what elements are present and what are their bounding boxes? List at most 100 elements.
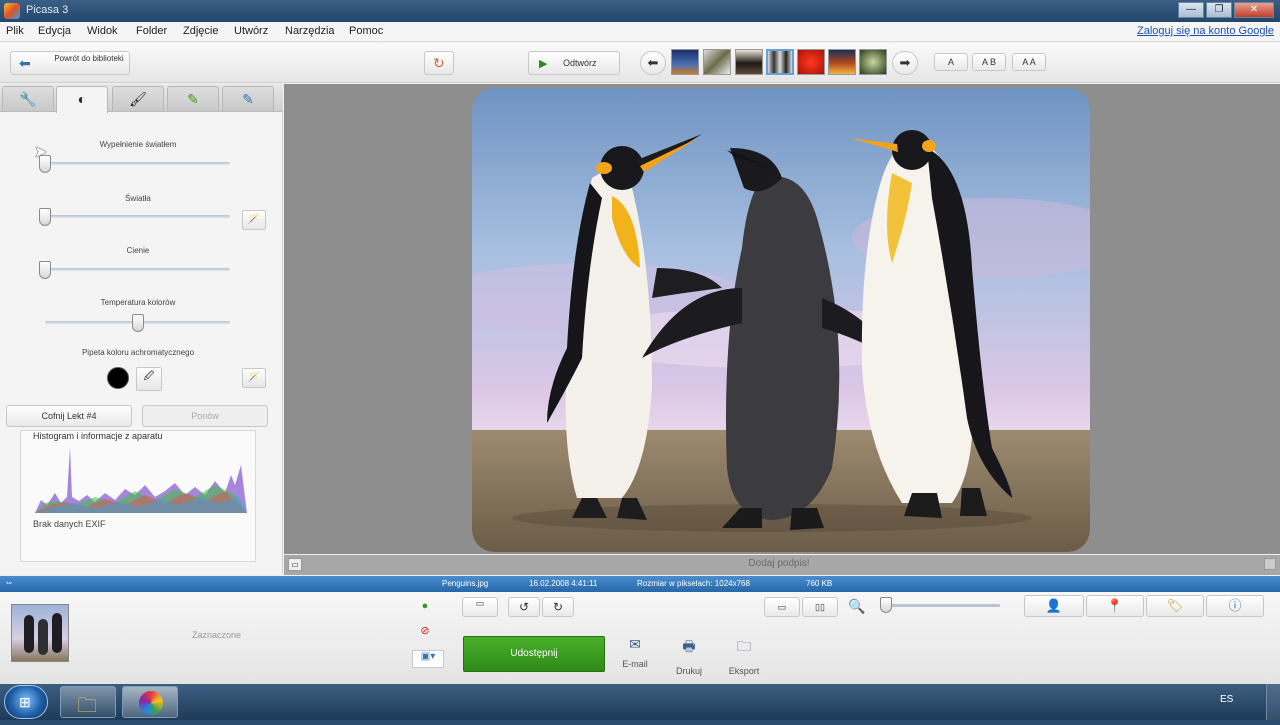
next-photo-button[interactable]: ➡ [892, 51, 918, 75]
view-mode-split-button[interactable]: ▯▯ [802, 597, 838, 617]
menu-folder[interactable]: Folder [136, 25, 167, 37]
taskbar-explorer[interactable]: 🗀 [60, 686, 116, 718]
status-filesize: 760 KB [806, 579, 833, 588]
export-action[interactable]: 🗀 Eksport [722, 636, 766, 676]
caption-button[interactable]: ▭ [462, 597, 498, 617]
hold-button[interactable]: ● [416, 600, 434, 616]
auto-color-button[interactable]: 🪄 [242, 368, 266, 388]
rotate-right-button[interactable]: ↻ [542, 597, 574, 617]
caption-input[interactable]: Dodaj podpis! [304, 558, 1254, 569]
status-dimensions: Rozmiar w pikselach: 1024x768 [637, 579, 750, 588]
menu-edit[interactable]: Edycja [38, 25, 71, 37]
rotate-button[interactable]: ↻ [424, 51, 454, 75]
places-button[interactable]: 📍 [1086, 595, 1144, 617]
tags-button[interactable]: 🏷 [1146, 595, 1204, 617]
filmstrip-thumb[interactable] [828, 49, 856, 75]
filmstrip-thumb-selected[interactable] [766, 49, 794, 75]
person-icon: 👤 [1045, 598, 1063, 613]
minimize-button[interactable]: — [1178, 2, 1204, 18]
highlights-label: Światła [125, 194, 151, 203]
caption-toggle-button[interactable]: ▭ [288, 558, 302, 571]
email-action[interactable]: ✉ E-mail [614, 636, 656, 676]
contrast-icon: ◐ [77, 91, 87, 107]
tab-tuning[interactable]: ◐ [56, 86, 108, 113]
tray-thumbnail[interactable] [11, 604, 69, 662]
menu-tools[interactable]: Narzędzia [285, 25, 335, 37]
back-arrow-icon: ⬅ [19, 55, 31, 71]
info-button[interactable]: ⓘ [1206, 595, 1264, 617]
tab-basic-fixes[interactable]: 🔧 [2, 86, 54, 111]
previous-photo-button[interactable]: ⬅ [640, 51, 666, 75]
people-button[interactable]: 👤 [1024, 595, 1084, 617]
highlights-slider[interactable] [45, 215, 230, 218]
filmstrip-thumb[interactable] [671, 49, 699, 75]
google-signin-link[interactable]: Zaloguj się na konto Google [1137, 25, 1274, 37]
next-arrow-icon: ➡ [899, 55, 911, 70]
print-action[interactable]: 🖶 Drukuj [668, 636, 710, 676]
caption-close-button[interactable] [1264, 558, 1276, 570]
histogram-chart [35, 447, 247, 513]
zoom-slider-knob[interactable] [880, 597, 892, 613]
zoom-slider[interactable] [880, 604, 1000, 607]
previous-arrow-icon: ⬅ [647, 55, 659, 70]
upload-button[interactable]: Udostępnij [463, 636, 605, 672]
view-mode-single-button[interactable]: ▭ [764, 597, 800, 617]
menu-picture[interactable]: Zdjęcie [183, 25, 218, 37]
taskbar-picasa[interactable] [122, 686, 178, 718]
shadows-slider[interactable] [45, 268, 230, 271]
shadows-slider-knob[interactable] [39, 261, 51, 279]
view-single-button[interactable]: A [934, 53, 968, 71]
back-to-library-button[interactable]: ⬅ Powrót do biblioteki [10, 51, 130, 75]
eyedropper-button[interactable]: 🖉 [136, 367, 162, 391]
windows-logo-icon: ⊞ [19, 694, 31, 710]
start-button[interactable]: ⊞ [4, 685, 48, 719]
maximize-button[interactable]: ❐ [1206, 2, 1232, 18]
filmstrip-thumb[interactable] [703, 49, 731, 75]
zoom-icon: 🔍 [848, 598, 866, 614]
status-filename: Penguins.jpg [442, 579, 489, 588]
back-to-library-label: Powrót do biblioteki [54, 54, 124, 63]
picasa-icon [139, 691, 163, 715]
tab-effects-3[interactable]: ✎ [222, 86, 274, 111]
close-button[interactable]: ✕ [1234, 2, 1274, 18]
split-view-icon: ▯▯ [815, 602, 825, 612]
blue-brush-icon: ✎ [242, 91, 254, 107]
color-temperature-slider-knob[interactable] [131, 314, 144, 332]
neutral-color-swatch[interactable] [107, 367, 129, 389]
penguins-photo[interactable] [472, 88, 1090, 552]
filmstrip-thumb[interactable] [859, 49, 887, 75]
play-slideshow-button[interactable]: ▶ Odtwórz [528, 51, 620, 75]
eyedropper-icon: 🖉 [143, 371, 155, 382]
add-to-album-button[interactable]: ▣▾ [412, 650, 444, 668]
rotate-left-button[interactable]: ↺ [508, 597, 540, 617]
tab-effects-2[interactable]: ✎ [167, 86, 219, 111]
wrench-icon: 🔧 [19, 91, 37, 107]
panel-toggle-icon[interactable]: ⇔ [4, 577, 14, 588]
title-bar: Picasa 3 — ❐ ✕ [0, 0, 1280, 22]
filmstrip-thumb[interactable] [797, 49, 825, 75]
rotate-left-icon: ↺ [518, 600, 530, 614]
highlights-slider-knob[interactable] [39, 208, 51, 226]
menu-view[interactable]: Widok [87, 25, 118, 37]
view-compare-button[interactable]: A B [972, 53, 1006, 71]
fill-light-slider-knob[interactable] [39, 155, 51, 173]
status-date: 16.02.2008 4:41:11 [529, 579, 598, 588]
menu-file[interactable]: Plik [6, 25, 24, 37]
fill-light-slider[interactable] [45, 162, 230, 165]
magic-wand-icon: 🪄 [247, 214, 261, 225]
auto-contrast-button[interactable]: 🪄 [242, 210, 266, 230]
exif-info-text: Brak danych EXIF [33, 519, 106, 529]
view-original-button[interactable]: A A [1012, 53, 1046, 71]
clear-button[interactable]: ⊘ [416, 624, 434, 640]
menu-help[interactable]: Pomoc [349, 25, 383, 37]
menu-create[interactable]: Utwórz [234, 25, 268, 37]
undo-button[interactable]: Cofnij Lekt #4 [6, 405, 132, 427]
menu-bar: Plik Edycja Widok Folder Zdjęcie Utwórz … [0, 22, 1280, 42]
filmstrip-thumb[interactable] [735, 49, 763, 75]
redo-button[interactable]: Ponów [142, 405, 268, 427]
show-desktop-button[interactable] [1266, 684, 1280, 720]
tab-effects[interactable]: 🖌 [112, 86, 164, 111]
status-bar: ⇔ Penguins.jpg 16.02.2008 4:41:11 Rozmia… [0, 576, 1280, 592]
language-indicator[interactable]: ES [1220, 694, 1233, 705]
neutral-color-picker-label: Pipeta koloru achromatycznego [81, 348, 195, 357]
